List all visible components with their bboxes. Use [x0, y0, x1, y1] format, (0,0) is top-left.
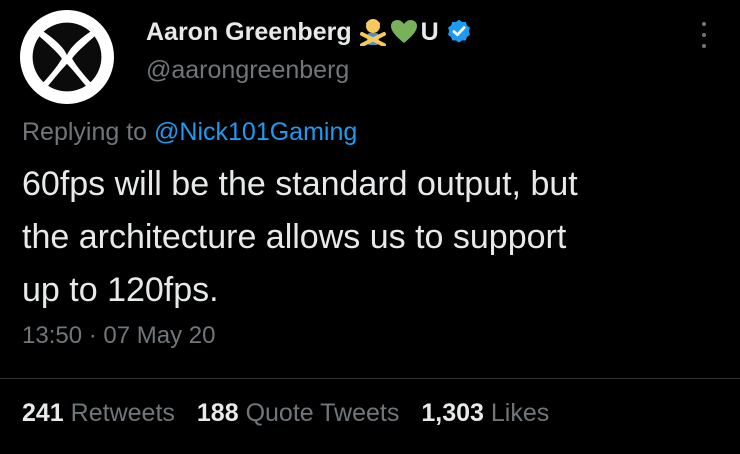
more-options-button[interactable] [700, 22, 708, 48]
retweets-stat[interactable]: 241 Retweets [22, 399, 175, 428]
author-handle[interactable]: @aarongreenberg [146, 56, 473, 85]
author-name-row: Aaron Greenberg U [146, 14, 473, 50]
tweet-header: Aaron Greenberg U @aarongreenberg [146, 14, 473, 85]
avatar[interactable] [20, 10, 114, 104]
verified-badge-icon [447, 19, 470, 43]
tweet-stats: 241 Retweets 188 Quote Tweets 1,303 Like… [22, 399, 549, 428]
replying-to: Replying to @Nick101Gaming [22, 118, 357, 147]
xbox-logo-icon [32, 22, 102, 92]
reply-mention-link[interactable]: @Nick101Gaming [154, 118, 357, 146]
likes-count: 1,303 [421, 399, 484, 427]
tweet-line: 60fps will be the standard output, but [22, 165, 578, 203]
green-heart-icon [390, 20, 417, 43]
quote-tweets-stat[interactable]: 188 Quote Tweets [197, 399, 399, 428]
name-suffix-letter: U [420, 17, 439, 46]
name-emojis: U [358, 18, 473, 47]
retweets-count: 241 [22, 399, 64, 427]
tweet-timestamp[interactable]: 13:50 · 07 May 20 [22, 322, 215, 350]
divider [0, 378, 740, 379]
likes-stat[interactable]: 1,303 Likes [421, 399, 549, 428]
meta-separator: · [88, 322, 97, 349]
tweet-text: 60fps will be the standard output, but t… [22, 158, 722, 317]
tweet-line: the architecture allows us to support [22, 218, 567, 256]
author-name[interactable]: Aaron Greenberg [146, 18, 352, 47]
person-gesturing-no-icon [359, 19, 386, 46]
dot-icon [702, 33, 706, 37]
replying-to-label: Replying to [22, 118, 148, 146]
quote-tweets-label: Quote Tweets [245, 399, 400, 427]
quote-tweets-count: 188 [196, 399, 239, 427]
tweet-time: 13:50 [22, 322, 83, 349]
retweets-label: Retweets [70, 399, 175, 427]
tweet-line: up to 120fps. [22, 271, 219, 309]
likes-label: Likes [490, 399, 550, 427]
tweet-date: 07 May 20 [103, 322, 216, 349]
dot-icon [702, 22, 706, 26]
dot-icon [702, 44, 706, 48]
